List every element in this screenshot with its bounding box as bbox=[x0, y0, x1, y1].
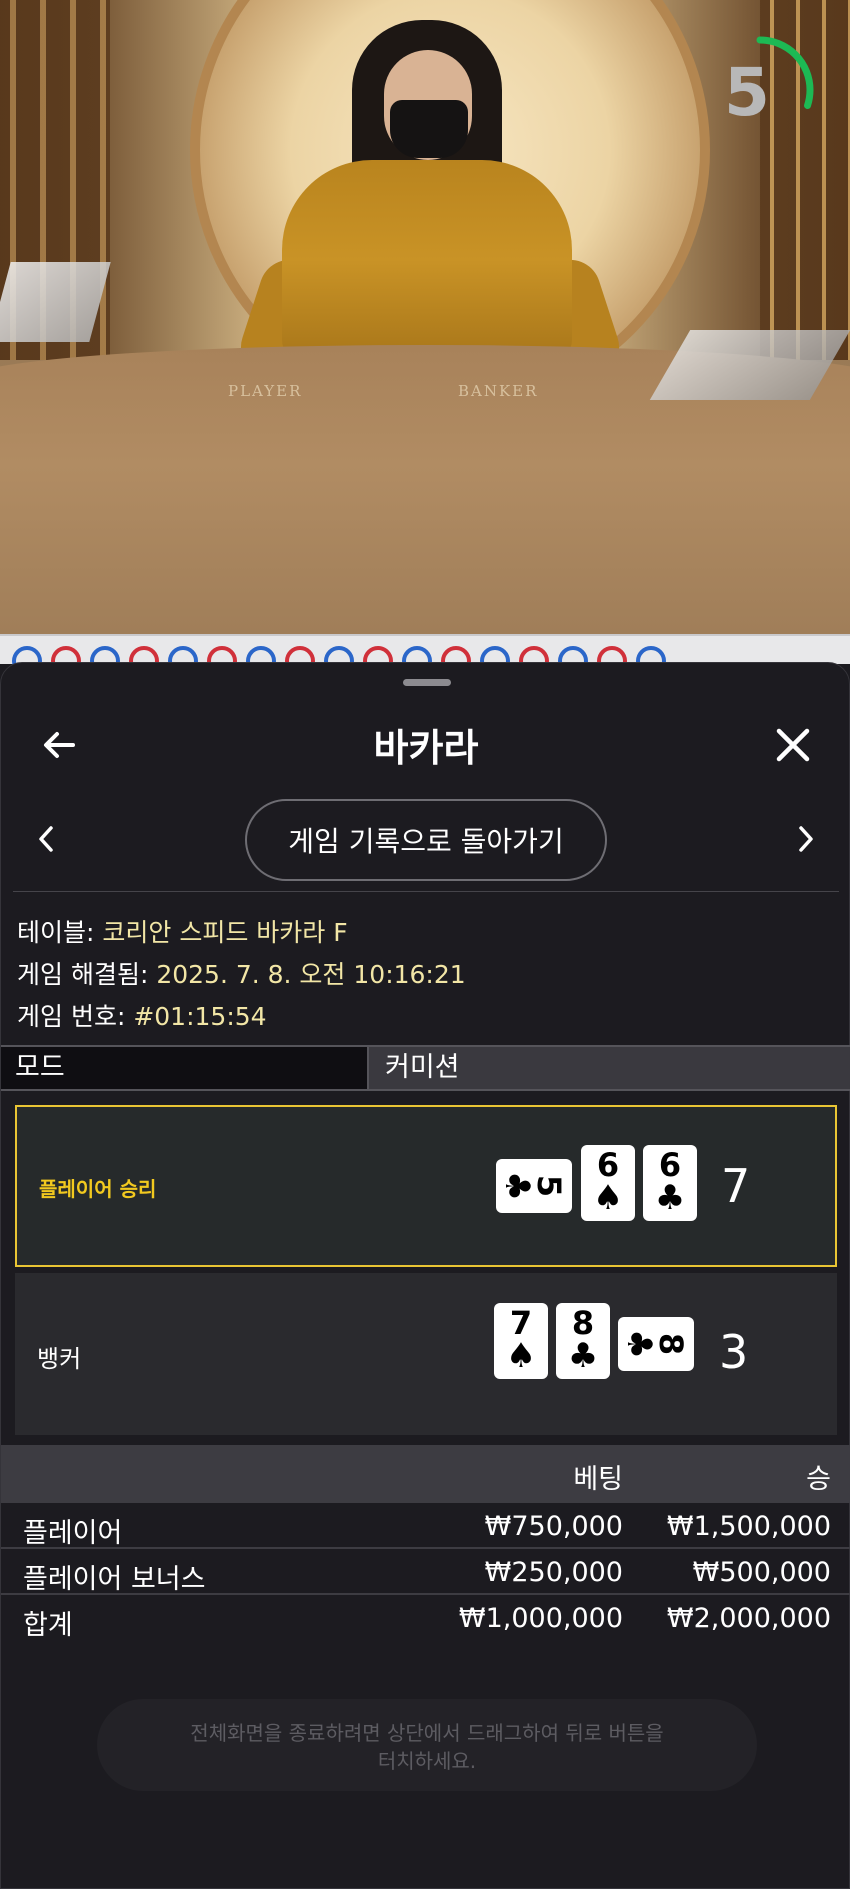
total-label: 합계 bbox=[23, 1610, 73, 1641]
resolved-info-value: 2025. 7. 8. 오전 10:16:21 bbox=[148, 960, 466, 989]
table-label-banker: BANKER bbox=[458, 382, 539, 400]
bet-name: 플레이어 보너스 bbox=[23, 1564, 206, 1595]
game-history-sheet: 바카라 게임 기록으로 돌아가기 테이블: 코리안 스피드 바카라 F 게임 해… bbox=[0, 662, 850, 1889]
bet-name: 플레이어 bbox=[23, 1518, 123, 1549]
table-label-player: PLAYER bbox=[228, 382, 303, 400]
mode-value: 커미션 bbox=[367, 1047, 850, 1089]
toast-line-1: 전체화면을 종료하려면 상단에서 드래그하여 뒤로 버튼을 bbox=[190, 1721, 664, 1745]
dealer-body bbox=[282, 160, 572, 360]
player-card-2: 6 ♠ bbox=[581, 1145, 635, 1221]
page-title: 바카라 bbox=[373, 726, 479, 770]
win-amount: ₩1,500,000 bbox=[666, 1511, 831, 1542]
mode-bar: 모드 커미션 bbox=[1, 1045, 850, 1091]
resolved-info: 게임 해결됨: 2025. 7. 8. 오전 10:16:21 bbox=[17, 955, 466, 991]
card-rank: 6 bbox=[596, 1146, 620, 1184]
table-info-value: 코리안 스피드 바카라 F bbox=[94, 918, 348, 947]
card-rank: 8 bbox=[571, 1304, 595, 1342]
banker-card-1: 7 ♠ bbox=[494, 1303, 548, 1379]
player-score: 7 bbox=[721, 1159, 751, 1213]
dealer-mask bbox=[390, 100, 468, 158]
total-win: ₩2,000,000 bbox=[666, 1603, 831, 1634]
bet-amount: ₩750,000 bbox=[484, 1511, 623, 1542]
game-number-info: 게임 번호: #01:15:54 bbox=[17, 997, 267, 1033]
close-icon[interactable] bbox=[771, 723, 815, 767]
toast-line-2: 터치하세요. bbox=[377, 1749, 477, 1773]
win-amount: ₩500,000 bbox=[692, 1557, 831, 1588]
bets-col-bet: 베팅 bbox=[573, 1464, 623, 1495]
bets-table-row: 플레이어 ₩750,000 ₩1,500,000 bbox=[1, 1505, 850, 1549]
fullscreen-hint-toast: 전체화면을 종료하려면 상단에서 드래그하여 뒤로 버튼을 터치하세요. bbox=[97, 1699, 757, 1791]
card-rank: 8 bbox=[652, 1332, 690, 1356]
bet-amount: ₩250,000 bbox=[484, 1557, 623, 1588]
back-to-history-button[interactable]: 게임 기록으로 돌아가기 bbox=[245, 799, 607, 881]
table-info-key: 테이블: bbox=[17, 918, 95, 947]
bets-table-header: 베팅 승 bbox=[1, 1445, 850, 1503]
bets-total-row: 합계 ₩1,000,000 ₩2,000,000 bbox=[1, 1597, 850, 1641]
drag-handle[interactable] bbox=[403, 679, 451, 686]
card-suit: ♠ bbox=[592, 1178, 624, 1218]
countdown-number: 5 bbox=[724, 54, 770, 131]
card-rank: 6 bbox=[658, 1146, 682, 1184]
player-result-panel: 플레이어 승리 ♣ 5 6 ♠ 6 ♣ 7 bbox=[15, 1105, 837, 1267]
bets-table-row: 플레이어 보너스 ₩250,000 ₩500,000 bbox=[1, 1551, 850, 1595]
divider bbox=[13, 891, 839, 892]
table-info: 테이블: 코리안 스피드 바카라 F bbox=[17, 913, 348, 949]
sheet-header: 바카라 bbox=[1, 703, 850, 783]
card-suit: ♣ bbox=[654, 1178, 686, 1218]
chevron-left-icon[interactable] bbox=[31, 819, 61, 859]
card-suit: ♣ bbox=[567, 1336, 599, 1376]
card-suit: ♠ bbox=[505, 1336, 537, 1376]
live-video: PLAYER BANKER 5 bbox=[0, 0, 850, 640]
banker-result-label: 뱅커 bbox=[37, 1345, 82, 1373]
banker-score: 3 bbox=[719, 1325, 749, 1379]
player-card-1: ♣ 5 bbox=[496, 1159, 572, 1213]
card-rank: 7 bbox=[509, 1304, 533, 1342]
bead-road-strip[interactable] bbox=[0, 634, 850, 676]
banker-card-3: ♣ 8 bbox=[618, 1317, 694, 1371]
card-rank: 5 bbox=[530, 1174, 568, 1198]
mode-label: 모드 bbox=[1, 1047, 367, 1089]
total-bet: ₩1,000,000 bbox=[458, 1603, 623, 1634]
chevron-right-icon[interactable] bbox=[791, 819, 821, 859]
game-number-key: 게임 번호: bbox=[17, 1002, 126, 1031]
player-card-3: 6 ♣ bbox=[643, 1145, 697, 1221]
banker-card-2: 8 ♣ bbox=[556, 1303, 610, 1379]
banker-result-panel: 뱅커 7 ♠ 8 ♣ ♣ 8 3 bbox=[15, 1273, 837, 1435]
game-number-value: #01:15:54 bbox=[125, 1002, 267, 1031]
resolved-info-key: 게임 해결됨: bbox=[17, 960, 149, 989]
player-result-label: 플레이어 승리 bbox=[39, 1177, 157, 1201]
bets-col-win: 승 bbox=[806, 1464, 831, 1495]
